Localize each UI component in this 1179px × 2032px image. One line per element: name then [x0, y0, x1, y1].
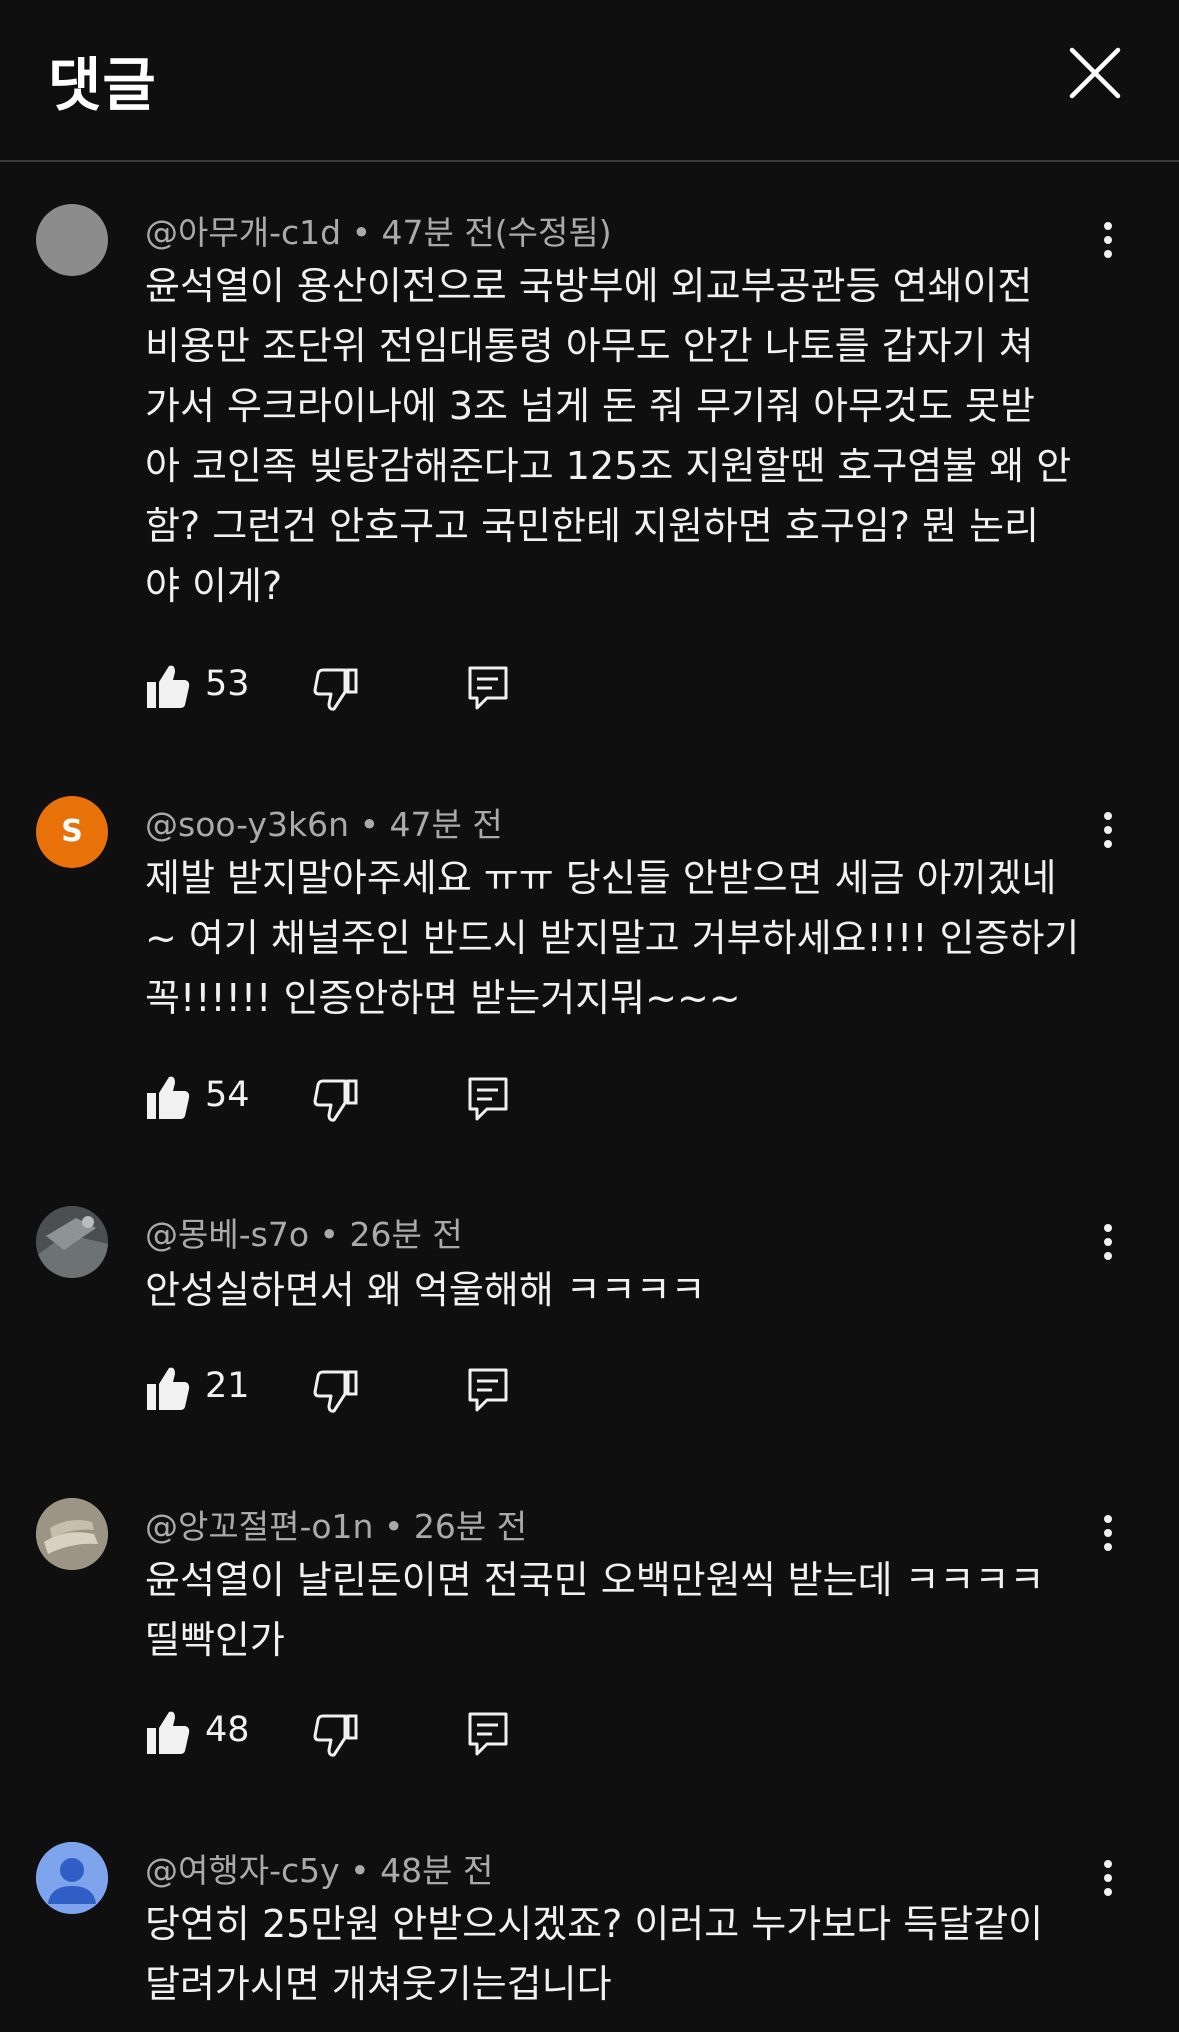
like-count: 21: [205, 1366, 250, 1406]
comment-text: 당연히 25만원 안받으시겠죠? 이러고 누가보다 득달같이 달려가시면 개쳐웃…: [145, 1902, 1044, 2006]
comment-time: 47분 전: [389, 805, 503, 844]
comment-actions: 48: [145, 1706, 665, 1762]
thumb-up-icon[interactable]: [145, 1706, 191, 1762]
more-vert-icon[interactable]: [1090, 1848, 1126, 1908]
comment-time: 26분 전: [413, 1507, 528, 1546]
comment-text: 제발 받지말아주세요 ㅠㅠ 당신들 안받으면 세금 아끼겠네 ~ 여기 채널주인…: [145, 856, 1080, 1020]
avatar[interactable]: [36, 204, 108, 276]
comment-actions: 53: [145, 660, 665, 716]
comment-text: 윤석열이 날린돈이면 전국민 오백만원씩 받는데 ㅋㅋㅋㅋ 띨빡인가: [145, 1558, 1045, 1662]
meta-separator: •: [350, 1851, 381, 1890]
comment-author[interactable]: @몽베-s7o: [145, 1215, 309, 1254]
thumb-up-icon[interactable]: [145, 1362, 191, 1418]
avatar[interactable]: [36, 1498, 108, 1570]
comments-header: 댓글: [0, 0, 1179, 162]
thumb-up-icon[interactable]: [145, 660, 191, 716]
thumb-up-icon[interactable]: [145, 1071, 191, 1127]
more-vert-icon[interactable]: [1090, 800, 1126, 860]
reply-icon[interactable]: [465, 1362, 511, 1418]
reply-icon[interactable]: [465, 1706, 511, 1762]
comment-author[interactable]: @soo-y3k6n: [145, 805, 349, 844]
like-count: 54: [205, 1075, 250, 1115]
meta-separator: •: [351, 213, 382, 252]
thumb-down-icon[interactable]: [313, 660, 359, 716]
close-icon[interactable]: [1066, 44, 1124, 102]
comment-text: 윤석열이 용산이전으로 국방부에 외교부공관등 연쇄이전 비용만 조단위 전임대…: [145, 264, 1072, 608]
thumb-down-icon[interactable]: [313, 1362, 359, 1418]
comment-author[interactable]: @아무개-c1d: [145, 213, 341, 252]
avatar[interactable]: [36, 1842, 108, 1914]
thumb-down-icon[interactable]: [313, 1071, 359, 1127]
like-count: 48: [205, 1710, 250, 1750]
meta-separator: •: [383, 1507, 414, 1546]
meta-separator: •: [319, 1215, 350, 1254]
avatar[interactable]: [36, 1206, 108, 1278]
like-count: 53: [205, 664, 250, 704]
comment-time: 47분 전(수정됨): [381, 213, 612, 252]
comment-actions: 21: [145, 1362, 665, 1418]
more-vert-icon[interactable]: [1090, 210, 1126, 270]
page-title: 댓글: [48, 51, 157, 119]
avatar[interactable]: S: [36, 796, 108, 868]
comment-time: 26분 전: [349, 1215, 463, 1254]
meta-separator: •: [359, 805, 390, 844]
comment-text: 안성실하면서 왜 억울해해 ㅋㅋㅋㅋ: [145, 1268, 706, 1312]
reply-icon[interactable]: [465, 660, 511, 716]
comment-author[interactable]: @여행자-c5y: [145, 1851, 340, 1890]
thumb-down-icon[interactable]: [313, 1706, 359, 1762]
avatar-letter: S: [61, 814, 83, 849]
reply-icon[interactable]: [465, 1071, 511, 1127]
comment-time: 48분 전: [380, 1851, 494, 1890]
more-vert-icon[interactable]: [1090, 1503, 1126, 1563]
more-vert-icon[interactable]: [1090, 1212, 1126, 1272]
comment-author[interactable]: @앙꼬절편-o1n: [145, 1507, 373, 1546]
comment-actions: 54: [145, 1071, 665, 1127]
